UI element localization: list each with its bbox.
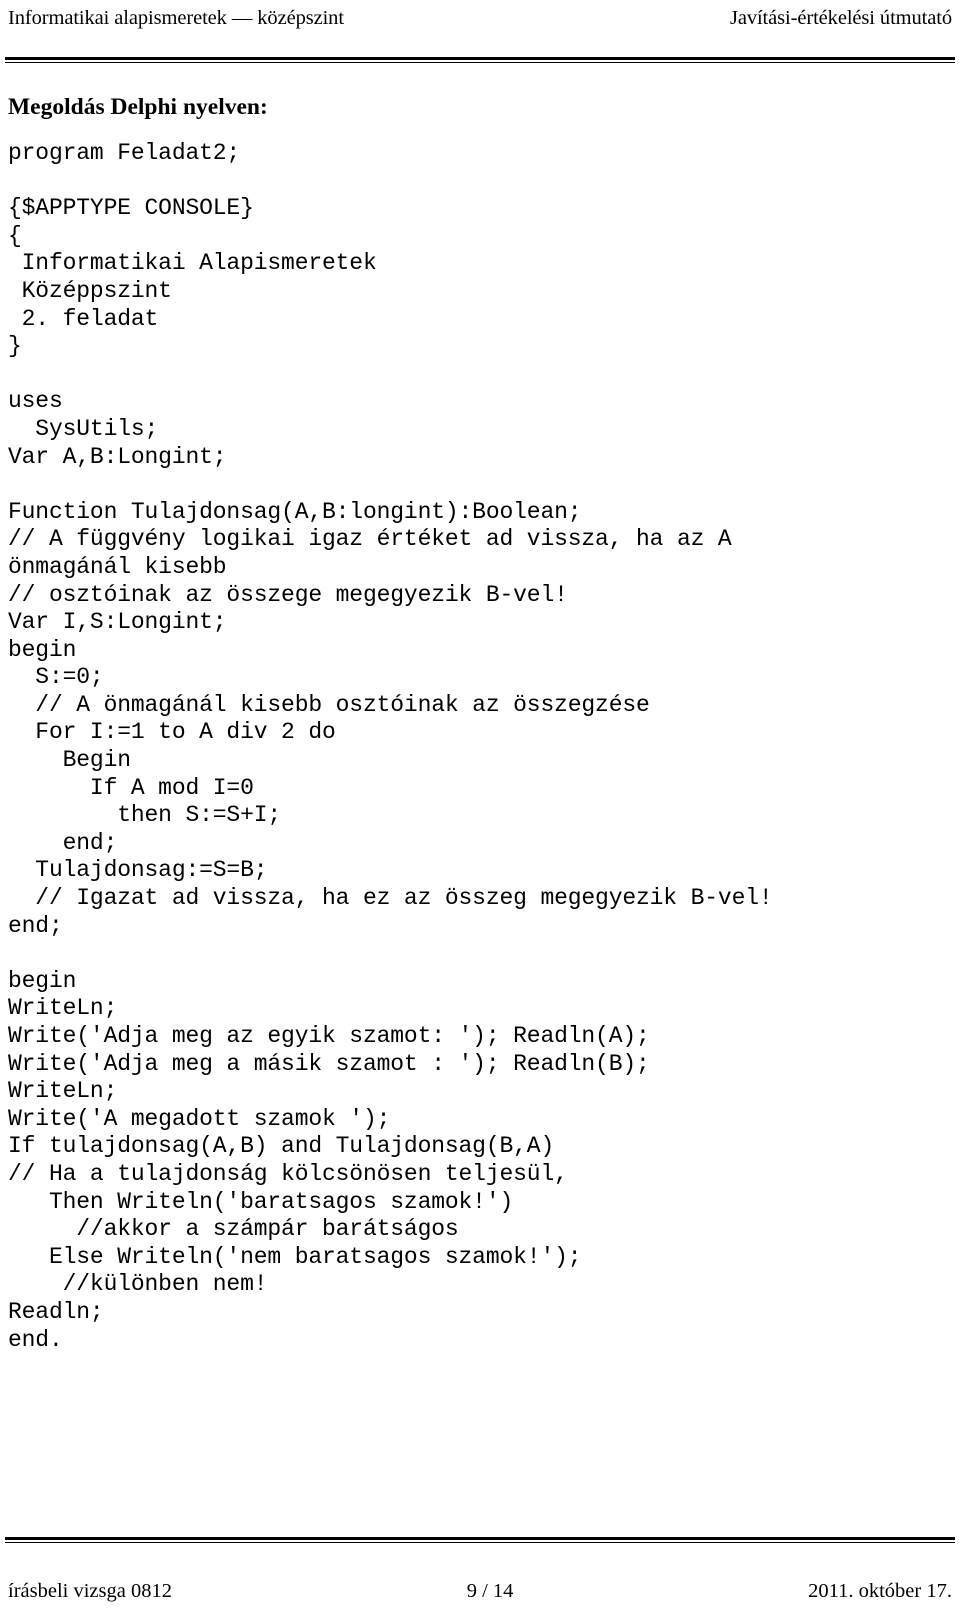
- code-line: // Igazat ad vissza, ha ez az összeg meg…: [8, 885, 773, 912]
- code-line: uses: [8, 388, 63, 415]
- footer-page-number-text: 9 / 14: [466, 1580, 514, 1602]
- code-line: Function Tulajdonsag(A,B:longint):Boolea…: [8, 498, 582, 525]
- code-line: S:=0;: [8, 664, 104, 691]
- code-line: Write('Adja meg az egyik szamot: '); Rea…: [8, 1023, 650, 1049]
- page-header: Informatikai alapismeretek — középszint …: [8, 6, 952, 36]
- code-line: then S:=S+I;: [8, 802, 282, 829]
- footer-exam-id-text: írásbeli vizsga 0812: [8, 1580, 172, 1602]
- code-line: // Ha a tulajdonság kölcsönösen teljesül…: [8, 1160, 568, 1187]
- code-line: // A önmagánál kisebb osztóinak az össze…: [8, 691, 650, 718]
- code-line: // osztóinak az összege megegyezik B-vel…: [8, 581, 568, 608]
- code-line: end;: [8, 829, 118, 856]
- code-line: {: [8, 222, 22, 249]
- footer-date: 2011. október 17.: [808, 1579, 952, 1603]
- code-line: If tulajdonsag(A,B) and Tulajdonsag(B,A): [8, 1133, 555, 1160]
- code-line: end.: [8, 1326, 63, 1353]
- footer-divider-rule: [5, 1537, 955, 1543]
- code-line: WriteLn;: [8, 1078, 118, 1105]
- code-line: Then Writeln('baratsagos szamok!'): [8, 1188, 514, 1215]
- code-line: }: [8, 333, 22, 360]
- code-line: begin: [8, 967, 77, 994]
- code-line: 2. feladat: [8, 305, 159, 332]
- code-line: program Feladat2;: [8, 140, 241, 166]
- code-line: Begin: [8, 747, 131, 774]
- code-line: If A mod I=0: [8, 774, 254, 801]
- code-line: Readln;: [8, 1298, 104, 1325]
- code-line: Informatikai Alapismeretek: [8, 250, 377, 277]
- code-line: end;: [8, 912, 63, 939]
- code-line: Var I,S:Longint;: [8, 609, 227, 636]
- code-line: Var A,B:Longint;: [8, 443, 227, 470]
- header-right-title: Javítási-értékelési útmutató: [729, 7, 952, 29]
- code-line: Else Writeln('nem baratsagos szamok!');: [8, 1243, 582, 1270]
- header-left-title: Informatikai alapismeretek — középszint: [8, 7, 344, 29]
- footer-page-number: 9 / 14: [172, 1579, 808, 1603]
- code-line: WriteLn;: [8, 995, 118, 1022]
- code-line: {$APPTYPE CONSOLE}: [8, 195, 254, 222]
- code-line: önmagánál kisebb: [8, 553, 227, 580]
- code-line: Write('Adja meg a másik szamot : '); Rea…: [8, 1050, 650, 1077]
- code-line: SysUtils;: [8, 415, 159, 442]
- code-line: Write('A megadott szamok ');: [8, 1105, 391, 1132]
- code-line: For I:=1 to A div 2 do: [8, 719, 336, 746]
- header-divider-rule: [5, 57, 955, 63]
- code-line: // A függvény logikai igaz értéket ad vi…: [8, 526, 732, 553]
- code-line: Tulajdonsag:=S=B;: [8, 857, 268, 884]
- delphi-source-code-block: program Feladat2; {$APPTYPE CONSOLE}{ In…: [8, 140, 952, 1354]
- page-content: Megoldás Delphi nyelven: program Feladat…: [8, 92, 952, 1354]
- code-line: begin: [8, 636, 77, 663]
- code-line: Középpszint: [8, 277, 172, 304]
- page-footer: írásbeli vizsga 0812 9 / 14 2011. októbe…: [8, 1577, 952, 1605]
- footer-exam-id: írásbeli vizsga 0812: [8, 1579, 172, 1603]
- footer-date-text: 2011. október 17.: [808, 1580, 952, 1602]
- code-line: //akkor a számpár barátságos: [8, 1216, 459, 1243]
- code-line: //különben nem!: [8, 1271, 268, 1298]
- section-title: Megoldás Delphi nyelven:: [8, 94, 268, 120]
